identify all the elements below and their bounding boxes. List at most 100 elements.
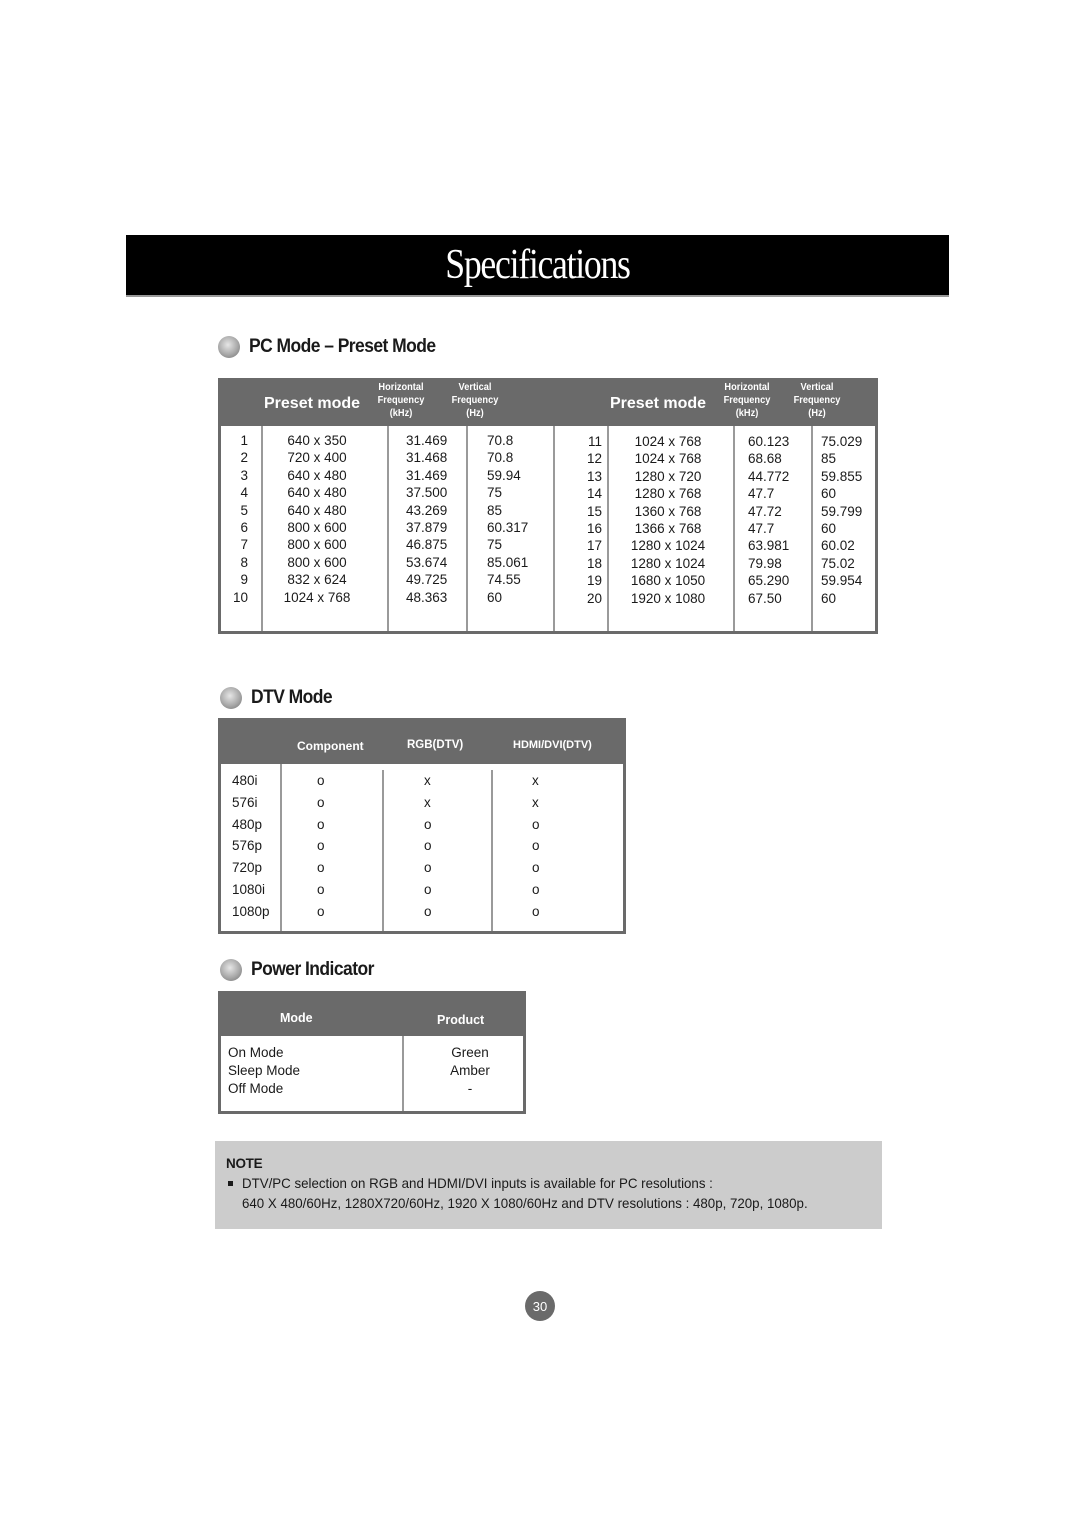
header-horizontal-frequency: Horizontal Frequency (kHz) xyxy=(721,381,774,420)
product-on: Green xyxy=(451,1045,489,1060)
row-number: 4 xyxy=(240,485,248,501)
horizontal-frequency: 67.50 xyxy=(748,590,782,606)
row-number: 2 xyxy=(240,450,248,466)
hdmi-dvi-dtv-support: o xyxy=(532,816,540,832)
horizontal-frequency: 49.725 xyxy=(406,572,448,588)
horizontal-frequency: 44.772 xyxy=(748,468,790,484)
column-divider xyxy=(607,426,609,631)
vertical-frequency: 60 xyxy=(487,589,503,605)
row-number: 20 xyxy=(586,590,602,606)
component-support: o xyxy=(317,838,325,854)
resolution: 800 x 600 xyxy=(287,537,347,553)
hdmi-dvi-dtv-support: o xyxy=(532,838,540,854)
hdmi-dvi-dtv-support: o xyxy=(532,860,540,876)
column-divider xyxy=(387,426,389,631)
row-number: 15 xyxy=(586,503,602,519)
product-off: - xyxy=(467,1081,473,1096)
note-label: NOTE xyxy=(226,1156,263,1171)
row-number: 5 xyxy=(240,502,248,518)
column-divider xyxy=(491,770,493,931)
horizontal-frequency: 31.468 xyxy=(406,450,448,466)
header-rgb-dtv: RGB(DTV) xyxy=(407,739,464,751)
pc-mode-heading: PC Mode – Preset Mode xyxy=(218,336,452,358)
row-number: 17 xyxy=(586,538,602,554)
header-hdmi-dvi-dtv: HDMI/DVI(DTV) xyxy=(513,739,592,751)
square-bullet-icon xyxy=(228,1181,233,1186)
section-title: DTV Mode xyxy=(251,687,333,708)
column-divider xyxy=(261,426,263,631)
horizontal-frequency: 47.7 xyxy=(748,521,775,536)
component-support: o xyxy=(317,794,325,810)
header-component: Component xyxy=(297,739,364,753)
hdmi-dvi-dtv-support: x xyxy=(532,794,539,810)
vertical-frequency: 85.061 xyxy=(487,554,529,570)
resolution: 1920 x 1080 xyxy=(630,590,706,606)
column-divider xyxy=(466,426,468,631)
column-divider xyxy=(382,770,384,931)
power-indicator-table: Mode Product On Mode Sleep Mode Off Mode… xyxy=(218,991,526,1114)
note-line-1: DTV/PC selection on RGB and HDMI/DVI inp… xyxy=(242,1175,713,1191)
horizontal-frequency: 53.674 xyxy=(406,554,448,570)
resolution: 640 x 480 xyxy=(287,467,347,483)
resolution: 1024 x 768 xyxy=(283,589,351,605)
vertical-frequency: 75.02 xyxy=(821,555,855,571)
dtv-mode: 1080p xyxy=(232,903,270,919)
resolution: 1280 x 768 xyxy=(634,486,702,502)
vertical-frequency: 59.94 xyxy=(487,467,521,483)
page-title: Specifications xyxy=(445,242,631,288)
mode-off: Off Mode xyxy=(228,1081,284,1096)
pc-mode-table: Preset mode Horizontal Frequency (kHz) Verti… xyxy=(218,378,878,634)
rgb-dtv-support: o xyxy=(424,860,432,876)
product-column: Green Amber - xyxy=(403,1044,537,1098)
vertical-frequency: 59.799 xyxy=(821,503,863,519)
pc-table-half-2: Preset mode Horizontal Frequency (kHz) Verti… xyxy=(551,378,881,631)
header-product: Product xyxy=(437,1013,485,1027)
vertical-frequency: 70.8 xyxy=(487,433,514,448)
resolution: 800 x 600 xyxy=(287,520,347,535)
horizontal-frequency: 79.98 xyxy=(748,555,782,571)
column-divider xyxy=(733,426,735,631)
note-line-2: 640 X 480/60Hz, 1280X720/60Hz, 1920 X 10… xyxy=(242,1195,808,1211)
dtv-mode: 480p xyxy=(232,816,263,832)
vertical-frequency: 60 xyxy=(821,590,837,606)
dtv-mode-table: Component RGB(DTV) HDMI/DVI(DTV) 480i o x x… xyxy=(218,718,626,934)
pc-table-half-1: Preset mode Horizontal Frequency (kHz) Verti… xyxy=(221,378,551,631)
page-number: 30 xyxy=(525,1291,555,1321)
horizontal-frequency: 37.500 xyxy=(406,485,448,501)
row-number: 19 xyxy=(586,573,602,589)
vertical-frequency: 60 xyxy=(821,486,837,502)
rgb-dtv-support: o xyxy=(424,882,432,897)
vertical-frequency: 75 xyxy=(487,537,503,553)
vertical-frequency: 59.855 xyxy=(821,468,863,484)
row-number: 8 xyxy=(240,554,248,570)
horizontal-frequency: 47.72 xyxy=(748,503,782,519)
component-support: o xyxy=(317,882,325,897)
product-sleep: Amber xyxy=(450,1063,490,1078)
resolution: 1024 x 768 xyxy=(634,434,702,449)
header-vertical-frequency-line: Frequency xyxy=(451,394,499,406)
header-vertical-frequency: Vertical Frequency (Hz) xyxy=(791,381,844,420)
dtv-mode-heading: DTV Mode xyxy=(220,687,339,709)
resolution: 1280 x 720 xyxy=(634,468,702,484)
header-vertical-frequency: Vertical Frequency (Hz) xyxy=(449,381,502,420)
vertical-frequency: 75 xyxy=(487,485,503,501)
rgb-dtv-support: x xyxy=(424,773,431,788)
component-support: o xyxy=(317,816,325,832)
power-indicator-heading: Power Indicator xyxy=(220,959,385,981)
section-bullet-icon xyxy=(220,959,242,981)
column-divider xyxy=(280,764,282,931)
mode-sleep: Sleep Mode xyxy=(228,1063,301,1078)
header-horizontal-frequency-line: (kHz) xyxy=(389,407,413,419)
section-title: PC Mode – Preset Mode xyxy=(249,336,436,357)
hdmi-dvi-dtv-support: x xyxy=(532,773,539,788)
header-vertical-frequency-line: Frequency xyxy=(793,394,841,406)
row-number: 13 xyxy=(586,468,602,484)
title-banner: Specifications xyxy=(126,235,949,297)
resolution: 800 x 600 xyxy=(287,554,347,570)
header-preset-mode: Preset mode xyxy=(264,395,361,412)
header-horizontal-frequency-line: Frequency xyxy=(723,394,771,406)
hdmi-dvi-dtv-support: o xyxy=(532,903,540,919)
component-support: o xyxy=(317,903,325,919)
resolution: 640 x 480 xyxy=(287,502,347,518)
horizontal-frequency: 31.469 xyxy=(406,433,448,448)
